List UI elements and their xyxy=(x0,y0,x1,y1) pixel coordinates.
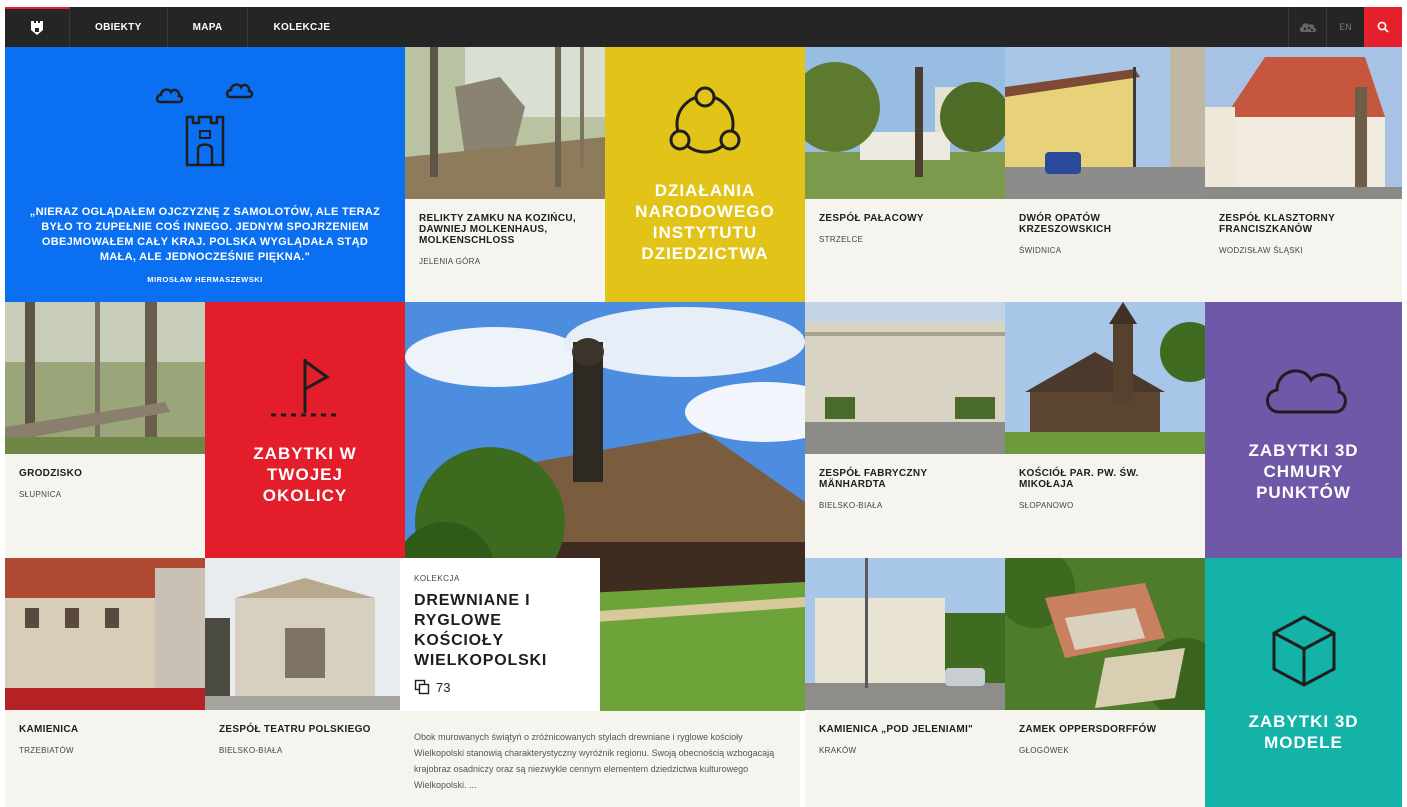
object-location: GŁOGÓWEK xyxy=(1019,746,1069,755)
object-photo xyxy=(205,558,405,710)
cube-icon xyxy=(1272,614,1335,687)
collection-description: Obok murowanych świątyń o zróżnicowanych… xyxy=(400,711,800,807)
object-card-info: ZESPÓŁ PAŁACOWY STRZELCE xyxy=(805,199,1005,302)
object-photo xyxy=(405,47,605,199)
object-photo xyxy=(1005,302,1205,454)
cloud-points-icon xyxy=(1299,23,1316,32)
language-switch-en[interactable]: EN xyxy=(1326,7,1364,47)
collection-card[interactable]: KOLEKCJA DREWNIANE I RYGLOWE KOŚCIOŁY WI… xyxy=(400,558,600,711)
object-photo xyxy=(1005,558,1205,710)
collection-title: DREWNIANE I RYGLOWE KOŚCIOŁY WIELKOPOLSK… xyxy=(414,592,548,669)
object-card[interactable]: KAMIENICA TRZEBIATÓW xyxy=(5,558,205,807)
object-card[interactable]: KOŚCIÓŁ PAR. PW. ŚW. MIKOŁAJA SŁOPANOWO xyxy=(1005,302,1205,558)
object-card[interactable]: ZAMEK OPPERSDORFFÓW GŁOGÓWEK xyxy=(1005,558,1205,807)
object-card-info: DWÓR OPATÓW KRZESZOWSKICH ŚWIDNICA xyxy=(1005,199,1205,302)
network-circles-icon xyxy=(669,86,741,153)
object-location: STRZELCE xyxy=(819,235,864,244)
castle-shield-icon xyxy=(31,21,43,35)
object-location: KRAKÓW xyxy=(819,746,857,755)
feature-tile-nearby[interactable]: ZABYTKI W TWOJEJ OKOLICY xyxy=(205,302,405,558)
object-card-info: GRODZISKO SŁUPNICA xyxy=(5,454,205,558)
object-title: ZESPÓŁ FABRYCZNY MÄNHARDTA xyxy=(819,468,928,490)
object-card-info: KAMIENICA TRZEBIATÓW xyxy=(5,710,205,807)
nav-link-mapa[interactable]: MAPA xyxy=(166,7,248,47)
object-card-info: ZESPÓŁ TEATRU POLSKIEGO BIELSKO-BIAŁA xyxy=(205,710,405,807)
feature-tile-nid[interactable]: DZIAŁANIA NARODOWEGO INSTYTUTU DZIEDZICT… xyxy=(605,47,805,302)
object-card[interactable]: ZESPÓŁ TEATRU POLSKIEGO BIELSKO-BIAŁA xyxy=(205,558,405,807)
object-title: ZESPÓŁ TEATRU POLSKIEGO xyxy=(219,724,371,735)
object-location: SŁOPANOWO xyxy=(1019,501,1074,510)
object-card[interactable]: KAMIENICA „POD JELENIAMI" KRAKÓW xyxy=(805,558,1005,807)
feature-title: ZABYTKI W TWOJEJ OKOLICY xyxy=(253,443,357,505)
object-card[interactable]: ZESPÓŁ KLASZTORNY FRANCISZKANÓW WODZISŁA… xyxy=(1205,47,1402,302)
object-title: ZESPÓŁ KLASZTORNY FRANCISZKANÓW xyxy=(1219,213,1335,235)
object-card[interactable]: GRODZISKO SŁUPNICA xyxy=(5,302,205,558)
search-icon xyxy=(1377,21,1389,33)
object-location: TRZEBIATÓW xyxy=(19,746,74,755)
object-card[interactable]: DWÓR OPATÓW KRZESZOWSKICH ŚWIDNICA xyxy=(1005,47,1205,302)
top-navbar: OBIEKTY MAPA KOLEKCJE EN xyxy=(5,7,1402,47)
object-photo xyxy=(805,558,1005,710)
object-card[interactable]: ZESPÓŁ FABRYCZNY MÄNHARDTA BIELSKO-BIAŁA xyxy=(805,302,1005,558)
object-card[interactable]: RELIKTY ZAMKU NA KOZIŃCU, DAWNIEJ MOLKEN… xyxy=(405,47,605,302)
object-photo xyxy=(1005,47,1205,199)
object-photo xyxy=(1205,47,1402,199)
site-logo[interactable] xyxy=(5,7,69,47)
collection-kicker: KOLEKCJA xyxy=(414,574,460,583)
nav-link-kolekcje[interactable]: KOLEKCJE xyxy=(247,7,355,47)
quote-author: MIROSŁAW HERMASZEWSKI xyxy=(147,275,263,284)
feature-tile-point-clouds[interactable]: ZABYTKI 3D CHMURY PUNKTÓW xyxy=(1205,302,1402,558)
object-card-info: KOŚCIÓŁ PAR. PW. ŚW. MIKOŁAJA SŁOPANOWO xyxy=(1005,454,1205,558)
object-title: KOŚCIÓŁ PAR. PW. ŚW. MIKOŁAJA xyxy=(1019,468,1139,490)
object-card-info: RELIKTY ZAMKU NA KOZIŃCU, DAWNIEJ MOLKEN… xyxy=(405,199,605,302)
object-card[interactable]: ZESPÓŁ PAŁACOWY STRZELCE xyxy=(805,47,1005,302)
collection-count-row: 73 xyxy=(414,679,586,695)
object-card-info: ZESPÓŁ KLASZTORNY FRANCISZKANÓW WODZISŁA… xyxy=(1205,199,1402,302)
object-location: BIELSKO-BIAŁA xyxy=(819,501,883,510)
object-title: ZAMEK OPPERSDORFFÓW xyxy=(1019,724,1157,735)
object-title: KAMIENICA xyxy=(19,724,79,735)
object-title: GRODZISKO xyxy=(19,468,83,479)
castle-tower-clouds-icon xyxy=(155,83,254,167)
feature-title: ZABYTKI 3D MODELE xyxy=(1248,711,1359,752)
flag-icon xyxy=(271,358,339,416)
cloud-points-button[interactable] xyxy=(1288,7,1326,47)
object-card-info: ZAMEK OPPERSDORFFÓW GŁOGÓWEK xyxy=(1005,710,1205,807)
feature-tile-3d-models[interactable]: ZABYTKI 3D MODELE xyxy=(1205,558,1402,807)
collection-count: 73 xyxy=(436,679,451,695)
object-location: JELENIA GÓRA xyxy=(419,257,481,266)
feature-title: ZABYTKI 3D CHMURY PUNKTÓW xyxy=(1248,440,1359,502)
object-title: ZESPÓŁ PAŁACOWY xyxy=(819,213,924,224)
nav-right: EN xyxy=(1288,7,1402,47)
collection-items-icon xyxy=(414,679,430,695)
object-title: DWÓR OPATÓW KRZESZOWSKICH xyxy=(1019,213,1112,235)
object-location: BIELSKO-BIAŁA xyxy=(219,746,283,755)
object-card-info: ZESPÓŁ FABRYCZNY MÄNHARDTA BIELSKO-BIAŁA xyxy=(805,454,1005,558)
object-photo xyxy=(805,302,1005,454)
object-photo xyxy=(5,558,205,710)
cloud-icon xyxy=(1265,369,1347,413)
feature-title: DZIAŁANIA NARODOWEGO INSTYTUTU DZIEDZICT… xyxy=(635,180,775,263)
object-photo xyxy=(805,47,1005,199)
nav-link-obiekty[interactable]: OBIEKTY xyxy=(69,7,167,47)
quote-text: „NIERAZ OGLĄDAŁEM OJCZYZNĘ Z SAMOLOTÓW, … xyxy=(29,206,381,263)
object-photo xyxy=(5,302,205,454)
object-card-info: KAMIENICA „POD JELENIAMI" KRAKÓW xyxy=(805,710,1005,807)
object-location: ŚWIDNICA xyxy=(1019,246,1062,255)
search-button[interactable] xyxy=(1364,7,1402,47)
quote-tile: „NIERAZ OGLĄDAŁEM OJCZYZNĘ Z SAMOLOTÓW, … xyxy=(5,47,405,302)
object-location: WODZISŁAW ŚLĄSKI xyxy=(1219,246,1304,255)
object-location: SŁUPNICA xyxy=(19,490,62,499)
object-title: RELIKTY ZAMKU NA KOZIŃCU, DAWNIEJ MOLKEN… xyxy=(419,213,576,246)
object-title: KAMIENICA „POD JELENIAMI" xyxy=(819,724,974,735)
